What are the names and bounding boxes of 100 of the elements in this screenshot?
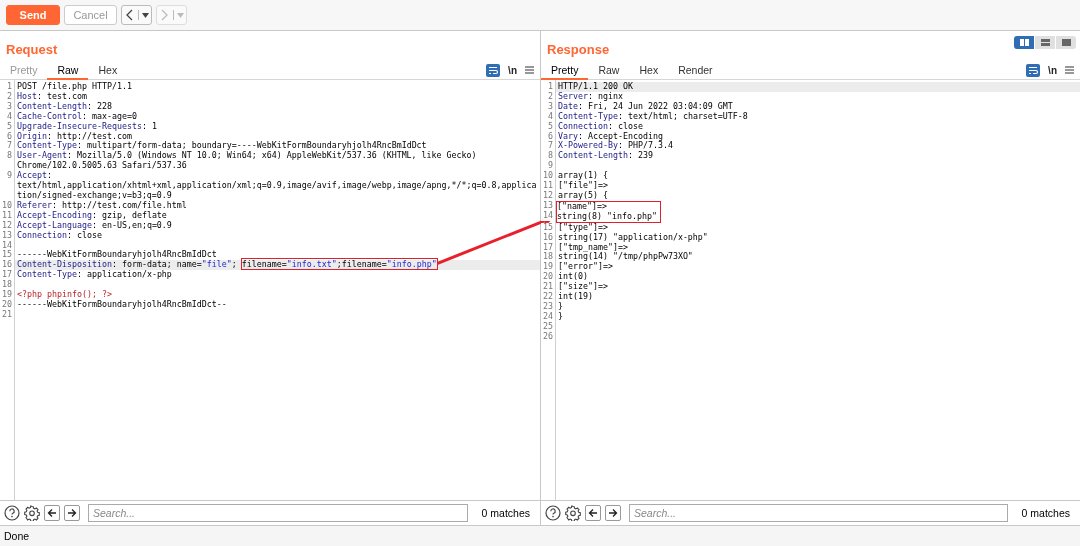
code-line: Origin: http://test.com bbox=[16, 131, 132, 142]
panel-title: Request bbox=[6, 42, 58, 58]
side-by-side-view-button[interactable] bbox=[1014, 36, 1034, 49]
line-number: 13 bbox=[541, 200, 555, 211]
line-number: 22 bbox=[541, 292, 555, 302]
code-line: User-Agent: Mozilla/5.0 (Windows NT 10.0; Win64; x64) AppleWebKit/537.36 (KHTML, like Gecko) Chrome/102.0.5005.63 Safari/537.36 bbox=[16, 151, 478, 171]
arrow-left-icon bbox=[47, 508, 57, 518]
line-number: 21 bbox=[0, 309, 14, 320]
newline-toggle[interactable]: \n bbox=[1048, 64, 1057, 76]
next-match-button[interactable] bbox=[64, 505, 80, 521]
code-line: Cache-Control: max-age=0 bbox=[16, 111, 138, 122]
view-tab[interactable]: Raw bbox=[588, 61, 630, 80]
code-line: Referer: http://test.com/file.html bbox=[16, 200, 188, 211]
code-line: Content-Type: text/html; charset=UTF-8 bbox=[557, 111, 749, 122]
view-tab[interactable]: Render bbox=[668, 61, 723, 80]
code-line: Vary: Accept-Encoding bbox=[557, 131, 663, 142]
code-line: int(19) bbox=[557, 292, 594, 302]
code-line: <?php phpinfo(); ?> bbox=[16, 290, 113, 300]
code-line: } bbox=[557, 311, 564, 322]
line-number: 19 bbox=[0, 290, 14, 300]
code-line: ["tmp_name"]=> bbox=[557, 242, 628, 253]
code-line: Content-Type: multipart/form-data; boundary=----WebKitFormBoundaryhjolh4RncBmIdDct bbox=[16, 141, 427, 152]
line-number: 12 bbox=[0, 220, 14, 231]
code-line: ["name"]=> bbox=[557, 201, 608, 212]
search-field[interactable]: Search... bbox=[629, 504, 1008, 522]
code-line: Content-Length: 239 bbox=[557, 151, 654, 162]
settings-icon[interactable] bbox=[565, 505, 581, 521]
newline-toggle[interactable]: \n bbox=[508, 64, 517, 76]
two-rows-icon bbox=[1040, 39, 1050, 46]
code-line: Content-Type: application/x-php bbox=[16, 270, 173, 281]
status-text: Done bbox=[4, 530, 30, 542]
next-match-button[interactable] bbox=[605, 505, 621, 521]
chevron-right-icon bbox=[159, 8, 170, 22]
caret-icon bbox=[177, 12, 184, 18]
help-icon[interactable] bbox=[545, 505, 561, 521]
code-line: ["size"]=> bbox=[557, 282, 609, 292]
match-count: 0 matches bbox=[1020, 507, 1071, 519]
previous-match-button[interactable] bbox=[585, 505, 601, 521]
code-line: Host: test.com bbox=[16, 91, 88, 102]
code-line: Accept-Language: en-US,en;q=0.9 bbox=[16, 220, 173, 231]
line-number: 25 bbox=[541, 321, 555, 332]
code-line: ["file"]=> bbox=[557, 181, 609, 191]
previous-match-button[interactable] bbox=[44, 505, 60, 521]
code-line: array(1) { bbox=[557, 171, 609, 181]
word-wrap-icon[interactable] bbox=[1026, 63, 1041, 77]
view-tab[interactable]: Raw bbox=[47, 61, 89, 80]
menu-icon[interactable] bbox=[525, 66, 534, 74]
code-line: string(17) "application/x-php" bbox=[557, 232, 709, 243]
view-tab[interactable]: Pretty bbox=[541, 61, 589, 80]
word-wrap-icon[interactable] bbox=[486, 63, 501, 77]
line-number: 14 bbox=[541, 210, 555, 221]
help-icon[interactable] bbox=[4, 505, 20, 521]
line-number: 12 bbox=[541, 190, 555, 201]
line-number: 11 bbox=[0, 210, 14, 221]
search-field[interactable]: Search... bbox=[88, 504, 468, 522]
code-line: ------WebKitFormBoundaryhjolh4RncBmIdDct-- bbox=[16, 299, 228, 310]
code-line: Accept-Encoding: gzip, deflate bbox=[16, 210, 167, 221]
chevron-left-icon bbox=[124, 8, 135, 22]
single-view-button[interactable] bbox=[1056, 36, 1076, 49]
code-line: POST /file.php HTTP/1.1 bbox=[16, 82, 133, 92]
code-line: Server: nginx bbox=[557, 91, 624, 102]
line-number: 23 bbox=[541, 301, 555, 312]
stacked-view-button[interactable] bbox=[1035, 36, 1055, 49]
line-number: 20 bbox=[0, 299, 14, 310]
code-line: ------WebKitFormBoundaryhjolh4RncBmIdDct bbox=[16, 250, 218, 261]
line-number: 14 bbox=[0, 240, 14, 251]
arrow-left-icon bbox=[588, 508, 598, 518]
match-count: 0 matches bbox=[480, 507, 531, 519]
line-number: 24 bbox=[541, 311, 555, 322]
code-line: Connection: close bbox=[16, 230, 102, 241]
arrow-right-icon bbox=[67, 508, 77, 518]
code-line: array(5) { bbox=[557, 190, 609, 201]
code-line: X-Powered-By: PHP/7.3.4 bbox=[557, 141, 674, 152]
code-line: int(0) bbox=[557, 272, 589, 282]
two-columns-icon bbox=[1019, 39, 1029, 46]
view-tab[interactable]: Hex bbox=[88, 61, 128, 80]
code-line: ["error"]=> bbox=[557, 262, 614, 272]
menu-icon[interactable] bbox=[1065, 66, 1074, 74]
single-pane-icon bbox=[1061, 39, 1071, 46]
line-number: 11 bbox=[541, 181, 555, 191]
line-number: 16 bbox=[541, 232, 555, 243]
code-line: Date: Fri, 24 Jun 2022 03:04:09 GMT bbox=[557, 101, 734, 112]
code-line: Content-Length: 228 bbox=[16, 101, 113, 112]
code-line: Accept: text/html,application/xhtml+xml,application/xml;q=0.9,image/avif,image/webp,image/apng,*/*;q=0.8,applica tion/signed-exchange;v=b3;q=0.9 bbox=[16, 171, 538, 201]
panel-title: Response bbox=[547, 42, 610, 58]
settings-icon[interactable] bbox=[24, 505, 40, 521]
line-number: 10 bbox=[0, 200, 14, 211]
line-number: 13 bbox=[0, 230, 14, 241]
caret-icon bbox=[142, 12, 149, 18]
line-number: 15 bbox=[541, 222, 555, 233]
back-button[interactable] bbox=[121, 5, 152, 25]
highlight-box: filename="info.txt";filename="info.php" bbox=[241, 259, 437, 270]
code-line: ["type"]=> bbox=[557, 222, 609, 233]
view-tab[interactable]: Hex bbox=[629, 61, 669, 80]
arrow-right-icon bbox=[608, 508, 618, 518]
code-line: string(14) "/tmp/phpPw73XO" bbox=[557, 252, 694, 263]
code-line: Upgrade-Insecure-Requests: 1 bbox=[16, 121, 158, 132]
line-number: 17 bbox=[541, 242, 555, 253]
code-line: string(8) "info.php" bbox=[557, 211, 657, 222]
code-line: Connection: close bbox=[557, 121, 644, 132]
